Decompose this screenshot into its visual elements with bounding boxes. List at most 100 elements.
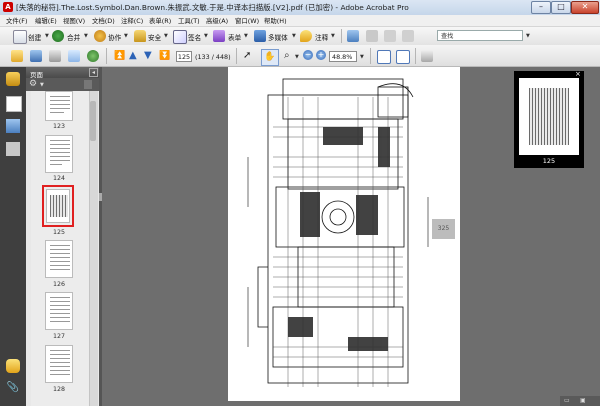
delete-page-icon[interactable]	[84, 80, 92, 89]
menu-window[interactable]: 窗口(W)	[235, 16, 259, 25]
collaborate-dropdown-caret[interactable]: ▼	[124, 33, 128, 39]
lock-security-icon[interactable]	[6, 72, 20, 86]
thumbnail-label: 123	[52, 123, 66, 130]
forms-icon	[213, 30, 225, 42]
forward-icon[interactable]	[402, 30, 414, 42]
read-mode-icon[interactable]	[421, 50, 433, 62]
collapse-panel-icon[interactable]: ◂	[89, 68, 98, 77]
signatures-icon[interactable]	[6, 142, 20, 156]
thumbnail-scrollbar-thumb[interactable]	[90, 101, 96, 141]
options-caret[interactable]: ▼	[40, 82, 44, 88]
save-icon[interactable]	[347, 30, 359, 42]
comments-panel-icon[interactable]	[6, 359, 20, 373]
split-view-icon[interactable]: ▭	[564, 397, 570, 404]
acrobat-app-icon[interactable]: A	[3, 2, 13, 12]
multimedia-button[interactable]: 多媒体	[268, 32, 288, 42]
menu-file[interactable]: 文件(F)	[6, 16, 27, 25]
create-button[interactable]: 创建	[28, 32, 41, 42]
menu-view[interactable]: 视图(V)	[63, 16, 85, 25]
options-gear-icon[interactable]: ⚙	[29, 79, 37, 89]
save-file-icon[interactable]	[30, 50, 42, 62]
toolbar-separator	[236, 48, 237, 64]
search-dropdown-caret[interactable]: ▼	[526, 33, 530, 39]
email-icon[interactable]	[68, 50, 80, 62]
thumbnail-label: 125	[52, 229, 66, 236]
menu-edit[interactable]: 编辑(E)	[35, 16, 57, 25]
comment-dropdown-caret[interactable]: ▼	[331, 33, 335, 39]
next-page-icon[interactable]: ▼	[144, 50, 152, 61]
toolbar-separator	[106, 48, 107, 64]
zoom-dropdown-caret[interactable]: ▼	[360, 54, 364, 60]
combine-dropdown-caret[interactable]: ▼	[84, 33, 88, 39]
menu-document[interactable]: 文档(D)	[92, 16, 115, 25]
page-number-input[interactable]: 125	[176, 51, 192, 62]
minimize-button[interactable]: –	[531, 1, 551, 14]
multimedia-icon	[254, 30, 266, 42]
menu-tools[interactable]: 工具(T)	[178, 16, 200, 25]
thumbnail-label: 127	[52, 333, 66, 340]
navigation-rail	[0, 67, 27, 406]
pdf-page[interactable]	[228, 67, 460, 401]
bookmarks-icon[interactable]	[6, 119, 20, 133]
select-tool-icon[interactable]: ➚	[243, 50, 251, 61]
pages-panel-header: 页面 ◂	[26, 67, 99, 79]
create-dropdown-caret[interactable]: ▼	[45, 33, 49, 39]
combine-button[interactable]: 合并	[67, 32, 80, 42]
thumbnail-page-127[interactable]	[45, 292, 73, 330]
thumbnail-label: 124	[52, 175, 66, 182]
toolbar-separator	[341, 29, 342, 43]
thumbnail-label: 126	[52, 281, 66, 288]
zoom-marquee-icon[interactable]: ⌕	[284, 50, 290, 61]
thumbnail-page-128[interactable]	[45, 345, 73, 383]
zoom-in-icon[interactable]: +	[316, 50, 326, 60]
thumbnail-label: 128	[52, 386, 66, 393]
menu-comments[interactable]: 注释(C)	[121, 16, 143, 25]
thumbnail-page-126[interactable]	[45, 240, 73, 278]
printer-icon[interactable]	[49, 50, 61, 62]
share-icon[interactable]	[87, 50, 99, 62]
print-icon[interactable]	[366, 30, 378, 42]
menu-help[interactable]: 帮助(H)	[264, 16, 287, 25]
comment-button[interactable]: 注释	[315, 32, 328, 42]
menu-bar	[0, 15, 600, 27]
navigator-thumbnail[interactable]	[519, 78, 579, 155]
secure-dropdown-caret[interactable]: ▼	[164, 33, 168, 39]
thumbnail-page-125-selected[interactable]	[42, 185, 74, 227]
lock-icon	[134, 30, 146, 42]
close-button[interactable]: ✕	[571, 1, 599, 14]
fit-width-icon[interactable]	[396, 50, 410, 64]
open-folder-icon[interactable]	[11, 50, 23, 62]
navigator-close-icon[interactable]: ×	[575, 70, 581, 78]
page-side-tab[interactable]: 325	[432, 219, 455, 239]
collaborate-button[interactable]: 协作	[108, 32, 121, 42]
first-page-icon[interactable]: ⏫	[114, 51, 125, 61]
back-icon[interactable]	[384, 30, 396, 42]
search-input[interactable]: 查找	[437, 30, 523, 41]
create-pdf-icon	[13, 30, 27, 44]
sign-button[interactable]: 签名	[188, 32, 201, 42]
fullscreen-icon[interactable]: ▣	[580, 397, 586, 404]
last-page-icon[interactable]: ⏬	[159, 51, 170, 61]
menu-advanced[interactable]: 高级(A)	[206, 16, 228, 25]
thumbnail-page-123[interactable]	[45, 91, 73, 121]
menu-forms[interactable]: 表单(R)	[149, 16, 171, 25]
secure-button[interactable]: 安全	[148, 32, 161, 42]
multimedia-dropdown-caret[interactable]: ▼	[292, 33, 296, 39]
zoom-out-icon[interactable]: −	[303, 50, 313, 60]
floor-plan-illustration	[247, 78, 429, 387]
forms-button[interactable]: 表单	[228, 32, 241, 42]
pages-panel-toolbar: ⚙ ▼	[26, 78, 99, 91]
fit-page-icon[interactable]	[377, 50, 391, 64]
hand-tool-icon[interactable]: ✋	[261, 49, 279, 66]
forms-dropdown-caret[interactable]: ▼	[244, 33, 248, 39]
previous-page-icon[interactable]: ▲	[129, 50, 137, 61]
attachments-icon[interactable]: 📎	[6, 381, 20, 395]
thumbnail-page-124[interactable]	[45, 135, 73, 173]
sign-dropdown-caret[interactable]: ▼	[204, 33, 208, 39]
zoom-tool-caret[interactable]: ▼	[295, 54, 299, 60]
pages-thumbnail-icon[interactable]	[6, 96, 22, 112]
zoom-level-input[interactable]: 48.8%	[329, 51, 357, 62]
maximize-button[interactable]: □	[551, 1, 571, 14]
pen-sign-icon	[173, 30, 187, 44]
navigator-thumbnail-content	[529, 88, 569, 145]
